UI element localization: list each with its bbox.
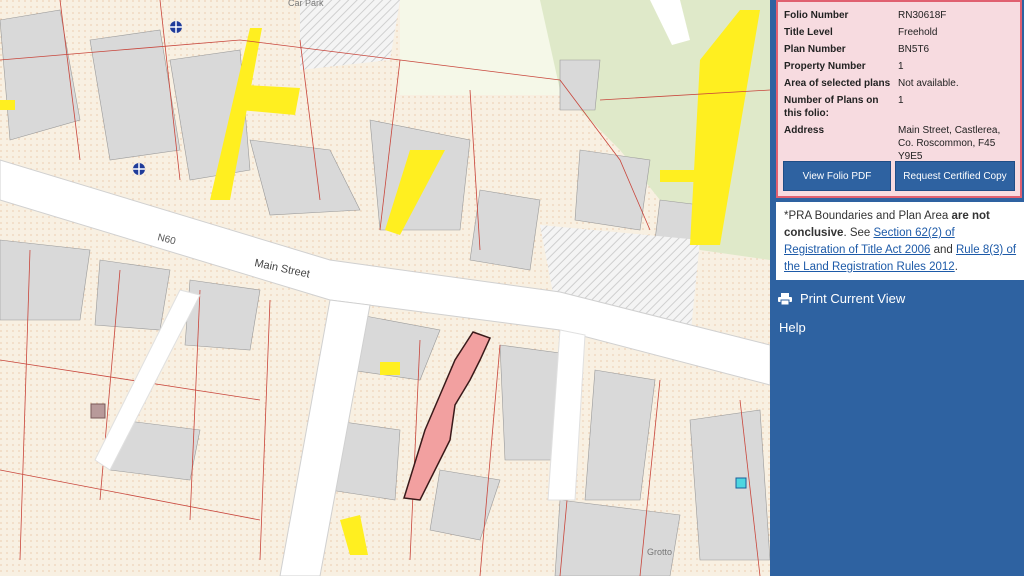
view-folio-pdf-button[interactable]: View Folio PDF [783,161,891,191]
note-prefix: *PRA Boundaries and Plan Area [784,210,952,222]
folio-value: BN5T6 [898,44,930,55]
folio-key: Address [784,125,825,136]
map-marker[interactable] [735,477,747,489]
note-end: . [954,261,958,273]
folio-value: Main Street, Castlerea, Co. Roscommon, F… [898,125,1001,162]
car-park-label: Car Park [288,0,324,8]
folio-value: RN30618F [898,10,947,21]
print-label: Print Current View [800,291,906,306]
folio-value: Not available. [898,78,959,89]
note-mid: . See [843,227,874,239]
folio-key: Title Level [784,27,833,38]
disclaimer-note: *PRA Boundaries and Plan Area are not co… [776,202,1024,280]
folio-row: Area of selected plans Not available. [784,76,1018,93]
note-and: and [930,244,956,256]
folio-row: Plan Number BN5T6 [784,42,1018,59]
folio-key: Folio Number [784,10,849,21]
folio-info-card: Folio Number RN30618F Title Level Freehold… [776,0,1022,198]
folio-row: Number of Plans on this folio: 1 [784,93,1018,123]
folio-row: Folio Number RN30618F [784,8,1018,25]
print-current-view-button[interactable]: Print Current View [778,291,905,306]
folio-key: Number of Plans on this folio: [784,95,879,119]
survey-point-icon [170,21,182,33]
grotto-label: Grotto [647,547,672,557]
folio-value: 1 [898,61,904,72]
folio-key: Plan Number [784,44,846,55]
folio-row: Property Number 1 [784,59,1018,76]
help-link[interactable]: Help [779,320,806,335]
survey-point-icon [133,163,145,175]
folio-key: Property Number [784,61,866,72]
small-parcel [90,403,106,419]
folio-table: Folio Number RN30618F Title Level Freehold… [784,8,1018,166]
folio-row: Address Main Street, Castlerea, Co. Rosco… [784,123,1018,166]
request-certified-copy-button[interactable]: Request Certified Copy [895,161,1015,191]
folio-value: Freehold [898,27,938,38]
car-park-area [300,0,400,70]
printer-icon [778,292,792,305]
folio-row: Title Level Freehold [784,25,1018,42]
folio-key: Area of selected plans [784,78,891,89]
folio-value: 1 [898,95,904,106]
